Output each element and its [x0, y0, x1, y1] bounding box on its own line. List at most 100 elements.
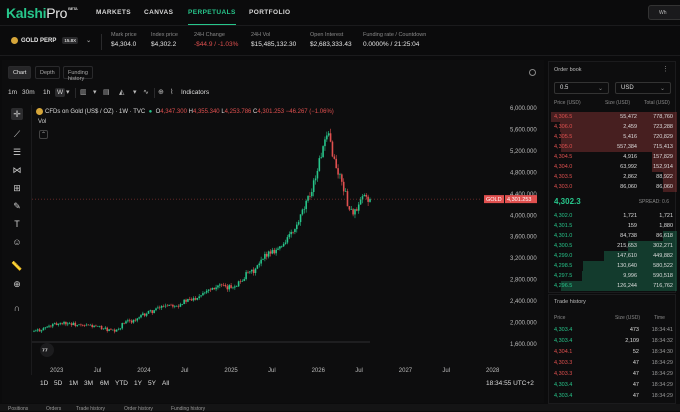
brush-icon[interactable]: ✎	[11, 200, 23, 212]
bid-row[interactable]: 4,298.5 130,640 580,522	[549, 261, 677, 271]
range-3m[interactable]: 3M	[84, 380, 93, 387]
compare-icon[interactable]: ∿	[143, 88, 149, 96]
tick-size-select[interactable]: 0.5 ⌄	[554, 82, 609, 94]
last-price-label: 4,301.253	[507, 197, 531, 203]
ask-row[interactable]: 4,305.5 5,416 720,829	[549, 132, 677, 142]
candle-body	[83, 325, 86, 326]
bid-row[interactable]: 4,301.5 159 1,880	[549, 221, 677, 231]
trade-size: 47	[632, 382, 639, 388]
trade-row: 4,303.4 2,109 18:34:32	[549, 337, 677, 346]
pitchfork-icon[interactable]: ⋈	[11, 164, 23, 176]
trade-size: 52	[632, 349, 639, 355]
candle-body	[219, 284, 221, 286]
indicators-icon[interactable]: ⌇	[170, 88, 173, 96]
range-5d[interactable]: 5D	[54, 380, 62, 387]
nav-perpetuals[interactable]: PERPETUALS	[188, 9, 236, 25]
market-selector[interactable]: GOLD PERP 15.8X ⌄	[11, 37, 91, 45]
range-all[interactable]: All	[162, 380, 169, 387]
candle-body	[264, 253, 266, 259]
tf-w[interactable]: W	[55, 88, 66, 97]
tf-1m[interactable]: 1m	[8, 89, 17, 96]
magnet-icon[interactable]: ∩	[11, 302, 23, 314]
tab-depth[interactable]: Depth	[35, 66, 60, 79]
candle-body	[258, 263, 261, 266]
horizontal-lines-icon[interactable]: ☰	[11, 146, 23, 158]
ask-row[interactable]: 4,306.5 55,472 778,760	[549, 112, 677, 122]
candle-body	[247, 272, 249, 273]
nav-markets[interactable]: MARKETS	[96, 9, 131, 16]
text-icon[interactable]: T	[11, 218, 23, 230]
candle-body	[57, 323, 60, 325]
bid-row[interactable]: 4,300.5 215,653 302,271	[549, 241, 677, 251]
bar-style-icon[interactable]: ▤	[103, 88, 110, 96]
settings-icon[interactable]	[529, 69, 536, 76]
bid-row[interactable]: 4,301.0 84,738 86,618	[549, 231, 677, 241]
ask-row[interactable]: 4,304.0 63,992 152,914	[549, 162, 677, 172]
candle-body	[243, 279, 246, 281]
tab-orders[interactable]: Orders	[46, 406, 61, 412]
y-tick-label: 4,800.000	[510, 170, 537, 176]
indicators-button[interactable]: Indicators	[181, 89, 209, 96]
bid-row[interactable]: 4,299.0 147,610 449,882	[549, 251, 677, 261]
range-1m[interactable]: 1M	[69, 380, 78, 387]
chevron-down-icon[interactable]: ▾	[133, 88, 137, 96]
ob-size: 63,992	[620, 164, 637, 170]
fib-icon[interactable]: ⊞	[11, 182, 23, 194]
ob-total: 152,914	[653, 164, 673, 170]
y-tick-label: 2,400.000	[510, 299, 537, 305]
ruler-icon[interactable]: 📏	[11, 260, 23, 272]
ask-row[interactable]: 4,306.0 2,459 723,288	[549, 122, 677, 132]
top-right-button[interactable]: Wh	[648, 5, 680, 20]
crosshair-icon[interactable]: ✛	[11, 108, 23, 120]
candle-body	[254, 268, 257, 274]
tab-trade-history[interactable]: Trade history	[76, 406, 105, 412]
ask-row[interactable]: 4,303.0 86,060 86,060	[549, 182, 677, 192]
candle-body	[320, 157, 322, 159]
tf-1h[interactable]: 1h	[43, 89, 50, 96]
ask-row[interactable]: 4,303.5 2,862 88,922	[549, 172, 677, 182]
range-5y[interactable]: 5Y	[148, 380, 156, 387]
emoji-icon[interactable]: ☺	[11, 236, 23, 248]
trade-time: 18:34:29	[651, 371, 673, 377]
price-chart[interactable]: 6,000.0005,600.0005,200.0004,800.0004,40…	[32, 104, 544, 376]
range-1y[interactable]: 1Y	[134, 380, 142, 387]
candle-body	[309, 196, 311, 197]
more-options-icon[interactable]: ⋮	[662, 65, 669, 73]
ob-size: 1,721	[623, 213, 637, 219]
ask-row[interactable]: 4,304.5 4,916 157,829	[549, 152, 677, 162]
ob-size: 147,610	[617, 253, 637, 259]
tab-chart[interactable]: Chart	[8, 66, 32, 79]
ob-size: 9,996	[623, 273, 637, 279]
bid-row[interactable]: 4,297.5 9,996 590,518	[549, 271, 677, 281]
candle-style-icon[interactable]: ▥	[80, 88, 87, 96]
tab-funding-history[interactable]: Funding history	[63, 66, 93, 82]
utc-clock[interactable]: 18:34:55 UTC+2	[486, 380, 534, 387]
area-style-icon[interactable]: ◭	[119, 88, 124, 96]
bid-row[interactable]: 4,296.5 126,244 716,762	[549, 281, 677, 291]
range-6m[interactable]: 6M	[100, 380, 109, 387]
kalshi-logo[interactable]: KalshiProBETA	[6, 5, 78, 21]
candle-body	[363, 194, 366, 197]
candle-body	[143, 313, 146, 316]
trendline-icon[interactable]: ⟋	[11, 128, 23, 140]
ob-price: 4,305.5	[554, 134, 573, 140]
nav-portfolio[interactable]: PORTFOLIO	[249, 9, 291, 16]
bid-row[interactable]: 4,302.0 1,721 1,721	[549, 211, 677, 221]
add-plus-icon[interactable]: ⊕	[158, 88, 164, 96]
tab-funding-history-bottom[interactable]: Funding history	[171, 406, 205, 412]
trade-size: 473	[629, 327, 639, 333]
range-ytd[interactable]: YTD	[115, 380, 128, 387]
x-tick-label: Jul	[94, 368, 102, 374]
chevron-down-icon[interactable]: ▾	[93, 88, 97, 96]
tab-positions[interactable]: Positions	[8, 406, 28, 412]
candle-body	[267, 251, 270, 257]
tab-order-history[interactable]: Order history	[124, 406, 153, 412]
tf-30m[interactable]: 30m	[22, 89, 35, 96]
ask-row[interactable]: 4,305.0 557,384 715,413	[549, 142, 677, 152]
zoom-in-icon[interactable]: ⊕	[11, 278, 23, 290]
range-1d[interactable]: 1D	[40, 380, 48, 387]
candle-body	[226, 286, 229, 290]
nav-canvas[interactable]: CANVAS	[144, 9, 173, 16]
chevron-down-icon[interactable]: ▾	[66, 88, 70, 96]
currency-select[interactable]: USD ⌄	[615, 82, 671, 94]
